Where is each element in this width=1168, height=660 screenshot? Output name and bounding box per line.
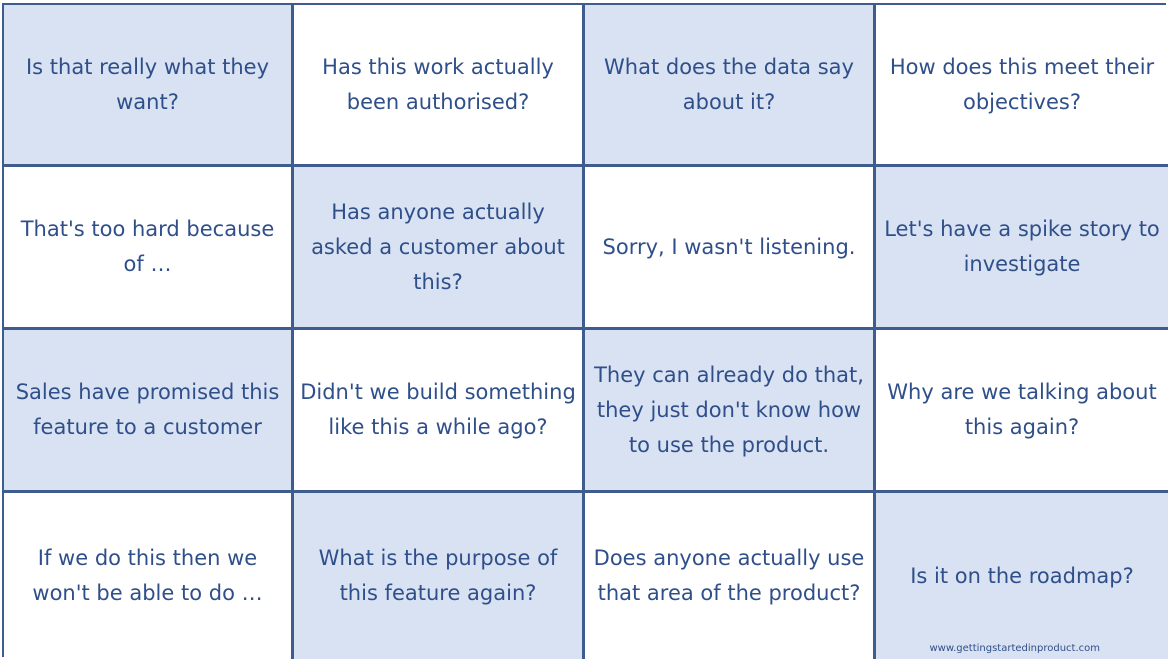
- bingo-cell[interactable]: What is the purpose of this feature agai…: [294, 493, 585, 659]
- bingo-cell[interactable]: Why are we talking about this again?: [876, 330, 1168, 493]
- bingo-cell[interactable]: Is it on the roadmap? www.gettingstarted…: [876, 493, 1168, 659]
- bingo-cell[interactable]: If we do this then we won't be able to d…: [4, 493, 294, 659]
- cell-text: Didn't we build something like this a wh…: [300, 380, 576, 439]
- cell-text: Has this work actually been authorised?: [322, 54, 554, 114]
- cell-text: Sales have promised this feature to a cu…: [15, 380, 280, 439]
- cell-text: That's too hard because of …: [20, 217, 275, 276]
- bingo-cell[interactable]: How does this meet their objectives?: [876, 5, 1168, 167]
- cell-text: How does this meet their objectives?: [889, 54, 1155, 114]
- cell-text: What is the purpose of this feature agai…: [318, 546, 558, 605]
- cell-text: They can already do that, they just don'…: [594, 362, 864, 457]
- bingo-cell[interactable]: Is that really what they want?: [4, 5, 294, 167]
- bingo-cell[interactable]: Has this work actually been authorised?: [294, 5, 585, 167]
- bingo-cell[interactable]: They can already do that, they just don'…: [585, 330, 876, 493]
- cell-text: Let's have a spike story to investigate: [884, 217, 1160, 276]
- website-credit: www.gettingstartedinproduct.com: [929, 643, 1100, 654]
- bingo-cell[interactable]: Has anyone actually asked a customer abo…: [294, 167, 585, 330]
- bingo-cell[interactable]: Didn't we build something like this a wh…: [294, 330, 585, 493]
- bingo-cell[interactable]: What does the data say about it?: [585, 5, 876, 167]
- bingo-board: Is that really what they want? Has this …: [2, 3, 1168, 659]
- bingo-cell[interactable]: Let's have a spike story to investigate: [876, 167, 1168, 330]
- cell-text: Is it on the roadmap?: [910, 563, 1134, 588]
- bingo-cell[interactable]: Does anyone actually use that area of th…: [585, 493, 876, 659]
- cell-text: Sorry, I wasn't listening.: [602, 234, 856, 259]
- cell-text: Is that really what they want?: [25, 54, 270, 114]
- cell-text: Has anyone actually asked a customer abo…: [311, 199, 565, 294]
- bingo-cell[interactable]: That's too hard because of …: [4, 167, 294, 330]
- cell-text: What does the data say about it?: [604, 54, 854, 114]
- bingo-cell[interactable]: Sales have promised this feature to a cu…: [4, 330, 294, 493]
- cell-text: Does anyone actually use that area of th…: [593, 546, 865, 605]
- cell-text: If we do this then we won't be able to d…: [32, 546, 263, 605]
- bingo-cell[interactable]: Sorry, I wasn't listening.: [585, 167, 876, 330]
- cell-text: Why are we talking about this again?: [887, 380, 1157, 439]
